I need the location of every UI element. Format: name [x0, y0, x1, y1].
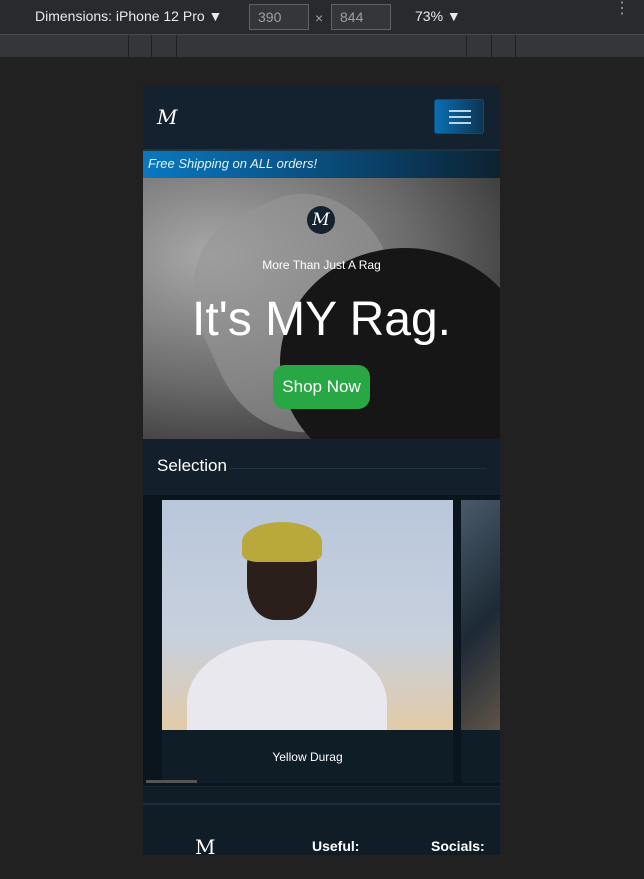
product-image: [461, 500, 500, 730]
shipping-banner: Free Shipping on ALL orders!: [143, 151, 500, 178]
width-input[interactable]: 390: [249, 4, 309, 30]
carousel-scrollbar[interactable]: [146, 780, 197, 783]
media-query-ruler[interactable]: [0, 34, 644, 57]
shop-now-button[interactable]: Shop Now: [273, 365, 370, 409]
hero-logo: M: [307, 206, 335, 234]
section-title: Selection: [157, 456, 227, 475]
hero-section: M More Than Just A Rag It's MY Rag. Shop…: [143, 178, 500, 439]
product-name: Yellow Durag: [272, 750, 343, 764]
product-carousel[interactable]: Yellow Durag: [143, 495, 500, 787]
zoom-select[interactable]: 73% ▼: [415, 8, 461, 24]
device-select[interactable]: Dimensions: iPhone 12 Pro ▼: [35, 8, 222, 24]
hero-tagline: More Than Just A Rag: [262, 258, 381, 272]
navbar: M: [143, 85, 500, 151]
menu-toggle-button[interactable]: [434, 99, 484, 134]
brand-logo[interactable]: M: [157, 105, 177, 129]
footer-socials-heading: Socials:: [431, 838, 485, 854]
product-image: [162, 500, 453, 730]
more-options-icon[interactable]: ⋮: [614, 1, 630, 17]
product-card[interactable]: Yellow Durag: [162, 500, 453, 783]
divider: [230, 468, 486, 469]
times-label: ×: [315, 10, 324, 26]
device-viewport: M Free Shipping on ALL orders! M More Th…: [143, 85, 500, 855]
devtools-toolbar: Dimensions: iPhone 12 Pro ▼ 390 × 844 73…: [0, 0, 644, 34]
footer-useful-heading: Useful:: [312, 838, 360, 854]
product-card[interactable]: [461, 500, 500, 783]
selection-header: Selection: [143, 439, 500, 495]
hero-headline: It's MY Rag.: [191, 293, 452, 346]
footer-logo: M: [195, 835, 216, 855]
height-input[interactable]: 844: [331, 4, 391, 30]
footer: M Useful: Socials:: [143, 803, 500, 855]
